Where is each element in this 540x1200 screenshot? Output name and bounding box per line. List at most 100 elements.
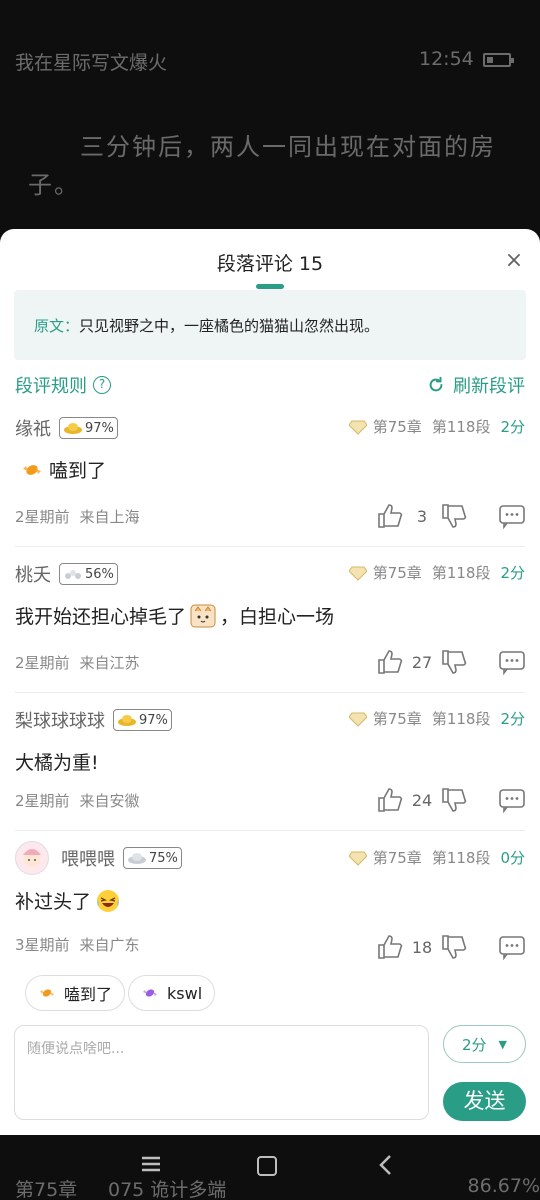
divider: [15, 830, 525, 831]
rules-label: 段评规则: [15, 376, 87, 397]
comment-meta: 第75章 第118段 2分: [348, 416, 525, 437]
reply-icon[interactable]: [498, 502, 526, 530]
comment-text: 补过头了: [15, 887, 125, 914]
diamond-icon: [348, 712, 367, 727]
thumbs-down-icon[interactable]: [440, 502, 468, 530]
chapter-ref: 第75章: [372, 418, 422, 436]
thumbs-up-icon[interactable]: [376, 648, 404, 676]
comment-rules-link[interactable]: 段评规则 ?: [15, 372, 111, 398]
battery-level: [487, 57, 493, 63]
comment-header: 喂喂喂 75%: [15, 841, 182, 875]
fan-badge: 97%: [113, 709, 172, 731]
paragraph-ref: 第118段: [431, 564, 491, 582]
candy-icon: [23, 464, 41, 475]
paragraph-ref: 第118段: [431, 418, 491, 436]
candy-icon: [40, 989, 54, 997]
username[interactable]: 喂喂喂: [61, 845, 115, 871]
comment-text: 大橘为重!: [15, 752, 99, 774]
home-icon[interactable]: [257, 1156, 277, 1176]
comment-input[interactable]: 随便说点啥吧...: [14, 1025, 429, 1120]
thumbs-up-icon[interactable]: [376, 786, 404, 814]
score: 2分: [500, 418, 525, 436]
thumbs-up-icon[interactable]: [376, 502, 404, 530]
battery-icon: [483, 53, 514, 67]
comment-actions: 24: [376, 786, 526, 814]
close-button[interactable]: ×: [500, 247, 528, 275]
username[interactable]: 桃夭: [15, 561, 51, 587]
chapter-ref: 第75章: [372, 849, 422, 867]
book-title: 我在星际写文爆火: [15, 52, 168, 74]
divider: [15, 692, 525, 693]
comment-meta: 第75章 第118段 2分: [348, 708, 525, 729]
comment-location: 来自安徽: [79, 792, 140, 810]
reply-icon[interactable]: [498, 786, 526, 814]
reply-icon[interactable]: [498, 933, 526, 961]
comment-footer: 2星期前 来自安徽: [15, 790, 140, 811]
quick-reply-chip[interactable]: 嗑到了: [25, 975, 126, 1011]
status-bar: 我在星际写文爆火 12:54: [0, 0, 540, 120]
like-count: 24: [411, 790, 433, 810]
sheet-title: 段落评论 15: [216, 253, 324, 275]
back-icon[interactable]: [375, 1153, 397, 1177]
chapter-title: 075 诡计多端: [108, 1179, 227, 1200]
paragraph-ref: 第118段: [431, 849, 491, 867]
username[interactable]: 梨球球球球: [15, 707, 105, 733]
silver-ingot-icon: [65, 570, 81, 579]
clock: 12:54: [419, 48, 474, 70]
diamond-icon: [348, 566, 367, 581]
quick-reply-chip[interactable]: kswl: [128, 975, 216, 1011]
comment-header: 缘祇 97%: [15, 414, 118, 442]
reading-progress: 86.67%: [467, 1175, 540, 1197]
laughing-face-icon: [97, 889, 120, 912]
comment-actions: 3: [376, 502, 526, 530]
thumbs-down-icon[interactable]: [440, 933, 468, 961]
score: 2分: [500, 564, 525, 582]
refresh-comments-button[interactable]: 刷新段评: [427, 372, 525, 398]
comment-footer: 3星期前 来自广东: [15, 934, 140, 955]
recent-apps-icon[interactable]: [140, 1155, 162, 1173]
username[interactable]: 缘祇: [15, 415, 51, 441]
chapter-ref: 第75章: [372, 564, 422, 582]
comment-footer: 2星期前 来自江苏: [15, 652, 140, 673]
divider: [15, 546, 525, 547]
comment-footer: 2星期前 来自上海: [15, 506, 140, 527]
thumbs-down-icon[interactable]: [440, 648, 468, 676]
title-underline: [256, 284, 284, 289]
comment-text: 嗑到了: [15, 456, 106, 483]
fan-badge: 75%: [123, 847, 182, 869]
chevron-down-icon: ▼: [498, 1037, 507, 1051]
original-text-quote: 原文：只见视野之中，一座橘色的猫猫山忽然出现。: [14, 290, 526, 360]
comment-location: 来自广东: [79, 936, 140, 954]
comment-time: 2星期前: [15, 654, 70, 672]
comment-meta: 第75章 第118段 2分: [348, 562, 525, 583]
bottom-bar: 第75章 075 诡计多端 86.67%: [0, 1135, 540, 1200]
comment-header: 梨球球球球 97%: [15, 706, 172, 734]
quote-label: 原文：: [34, 317, 80, 335]
score: 0分: [500, 849, 525, 867]
comment-location: 来自上海: [79, 508, 140, 526]
paragraph-ref: 第118段: [431, 710, 491, 728]
fan-badge: 97%: [59, 417, 118, 439]
score-dropdown[interactable]: 2分 ▼: [443, 1025, 526, 1063]
comment-text: 我开始还担心掉毛了 ，白担心一场: [15, 602, 334, 629]
thumbs-down-icon[interactable]: [440, 786, 468, 814]
reply-icon[interactable]: [498, 648, 526, 676]
score: 2分: [500, 710, 525, 728]
refresh-label: 刷新段评: [453, 376, 525, 397]
comment-time: 3星期前: [15, 936, 70, 954]
like-count: 3: [416, 506, 428, 526]
comment-actions: 27: [376, 648, 526, 676]
thumbs-up-icon[interactable]: [376, 933, 404, 961]
send-button[interactable]: 发送: [443, 1082, 526, 1121]
comment-meta: 第75章 第118段 0分: [348, 847, 525, 868]
quote-text: 只见视野之中，一座橘色的猫猫山忽然出现。: [79, 317, 380, 335]
comment-header: 桃夭 56%: [15, 560, 118, 588]
gold-ingot-icon: [118, 715, 136, 726]
fan-badge: 56%: [59, 563, 118, 585]
current-chapter: 第75章: [15, 1179, 78, 1200]
gold-ingot-icon: [64, 423, 82, 434]
avatar[interactable]: [15, 841, 49, 875]
reader-paragraph[interactable]: 三分钟后，两人一同出现在对面的房子。: [28, 128, 518, 204]
purple-candy-icon: [143, 989, 157, 997]
comment-time: 2星期前: [15, 508, 70, 526]
